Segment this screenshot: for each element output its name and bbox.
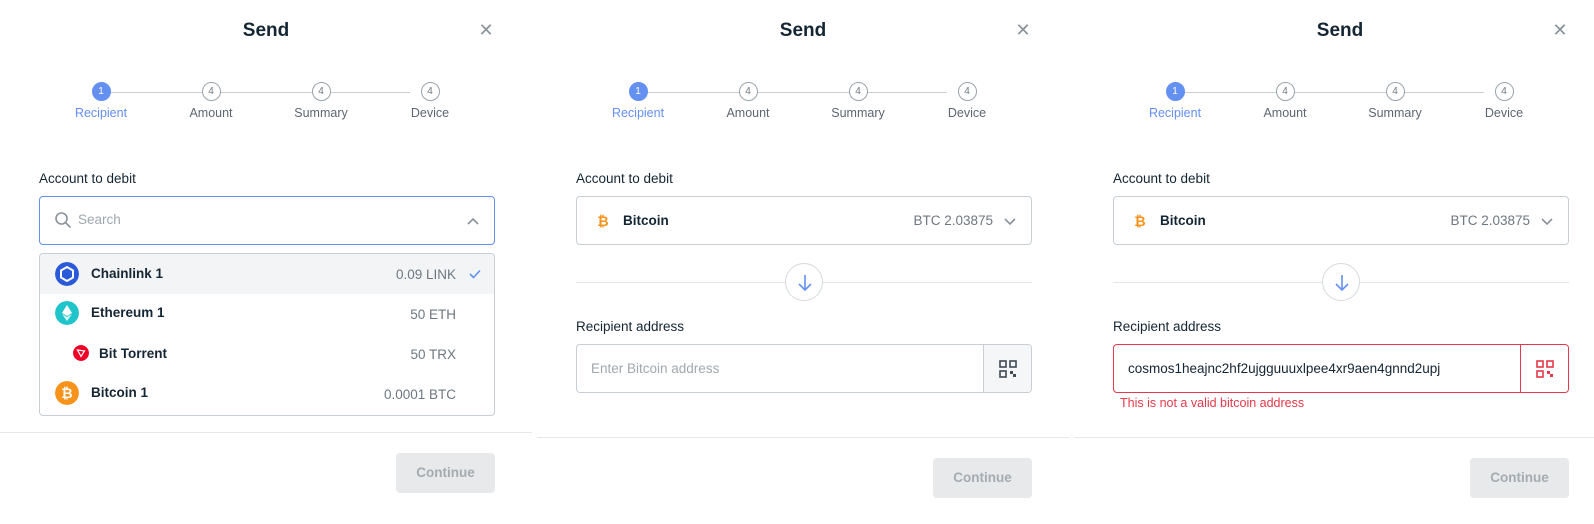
dropdown-item-bittorrent[interactable]: Bit Torrent 50 TRX <box>40 334 494 374</box>
close-icon[interactable]: ✕ <box>478 21 494 39</box>
arrow-down-icon <box>798 275 812 292</box>
footer-divider <box>1074 437 1594 438</box>
arrow-down-button[interactable] <box>1322 263 1360 301</box>
recipient-address-input[interactable] <box>1115 346 1520 391</box>
continue-button[interactable]: Continue <box>1470 458 1569 498</box>
close-icon[interactable]: ✕ <box>1015 21 1031 39</box>
recipient-address-field <box>576 344 1032 393</box>
step-amount: 4 Amount <box>698 82 798 120</box>
account-dropdown: Chainlink 1 0.09 LINK Ethereum 1 50 ETH … <box>39 253 495 416</box>
account-label: Account to debit <box>39 171 136 186</box>
arrow-down-button[interactable] <box>785 263 823 301</box>
step-amount: 4 Amount <box>161 82 261 120</box>
recipient-label: Recipient address <box>1113 319 1222 334</box>
ethereum-icon <box>55 301 79 325</box>
step-amount: 4 Amount <box>1235 82 1335 120</box>
stepper: 1 Recipient 4 Amount 4 Summary 4 Device <box>1074 82 1594 122</box>
close-icon[interactable]: ✕ <box>1552 21 1568 39</box>
footer-divider <box>0 432 532 433</box>
step-summary: 4 Summary <box>1345 82 1445 120</box>
qr-code-icon <box>1536 360 1554 378</box>
qr-code-icon <box>999 360 1017 378</box>
dropdown-item-ethereum[interactable]: Ethereum 1 50 ETH <box>40 294 494 334</box>
recipient-address-field <box>1113 344 1569 393</box>
step-device: 4 Device <box>380 82 480 120</box>
chainlink-icon <box>55 262 79 286</box>
step-recipient: 1 Recipient <box>51 82 151 120</box>
check-icon <box>469 269 481 279</box>
recipient-label: Recipient address <box>576 319 685 334</box>
continue-button[interactable]: Continue <box>933 458 1032 498</box>
step-recipient: 1 Recipient <box>1125 82 1225 120</box>
modal-title: Send <box>1316 20 1364 41</box>
qr-scan-button[interactable] <box>1520 345 1568 392</box>
stepper: 1 Recipient 4 Amount 4 Summary 4 Device <box>0 82 532 122</box>
step-recipient: 1 Recipient <box>588 82 688 120</box>
svg-text:₿: ₿ <box>597 213 608 229</box>
account-name: Bitcoin <box>623 213 669 228</box>
dropdown-item-chainlink[interactable]: Chainlink 1 0.09 LINK <box>40 254 494 294</box>
modal-title: Send <box>779 20 827 41</box>
step-device: 4 Device <box>1454 82 1554 120</box>
recipient-address-input[interactable] <box>578 346 983 391</box>
chevron-down-icon[interactable] <box>1003 214 1017 228</box>
footer-divider <box>537 437 1069 438</box>
step-device: 4 Device <box>917 82 1017 120</box>
account-balance: BTC 2.03875 <box>913 213 993 228</box>
account-name: Bitcoin <box>1160 213 1206 228</box>
stepper: 1 Recipient 4 Amount 4 Summary 4 Device <box>537 82 1069 122</box>
modal-title: Send <box>242 20 290 41</box>
account-select[interactable]: ₿ Bitcoin BTC 2.03875 <box>1113 196 1569 245</box>
search-icon <box>55 212 71 228</box>
arrow-down-icon <box>1335 275 1349 292</box>
chevron-down-icon[interactable] <box>1540 214 1554 228</box>
bitcoin-icon: ₿ <box>1134 213 1145 229</box>
svg-text:₿: ₿ <box>1134 213 1145 229</box>
error-message: This is not a valid bitcoin address <box>1120 396 1305 410</box>
step-summary: 4 Summary <box>271 82 371 120</box>
account-label: Account to debit <box>576 171 673 186</box>
bitcoin-icon: ₿ <box>55 381 79 405</box>
tron-icon <box>73 345 89 361</box>
account-label: Account to debit <box>1113 171 1210 186</box>
chevron-up-icon[interactable] <box>466 214 480 228</box>
account-search-select[interactable]: Search <box>39 196 495 245</box>
dropdown-item-bitcoin[interactable]: ₿ Bitcoin 1 0.0001 BTC <box>40 374 494 414</box>
qr-scan-button[interactable] <box>983 345 1031 392</box>
send-modal-1: Send ✕ 1 Recipient 4 Amount 4 Summary 4 … <box>0 0 532 524</box>
step-summary: 4 Summary <box>808 82 908 120</box>
account-select[interactable]: ₿ Bitcoin BTC 2.03875 <box>576 196 1032 245</box>
send-modal-3: Send ✕ 1 Recipient 4 Amount 4 Summary 4 … <box>1074 0 1594 524</box>
svg-text:₿: ₿ <box>61 385 72 401</box>
search-input[interactable]: Search <box>78 212 121 227</box>
continue-button[interactable]: Continue <box>396 453 495 493</box>
account-balance: BTC 2.03875 <box>1450 213 1530 228</box>
send-modal-2: Send ✕ 1 Recipient 4 Amount 4 Summary 4 … <box>537 0 1069 524</box>
bitcoin-icon: ₿ <box>597 213 608 229</box>
